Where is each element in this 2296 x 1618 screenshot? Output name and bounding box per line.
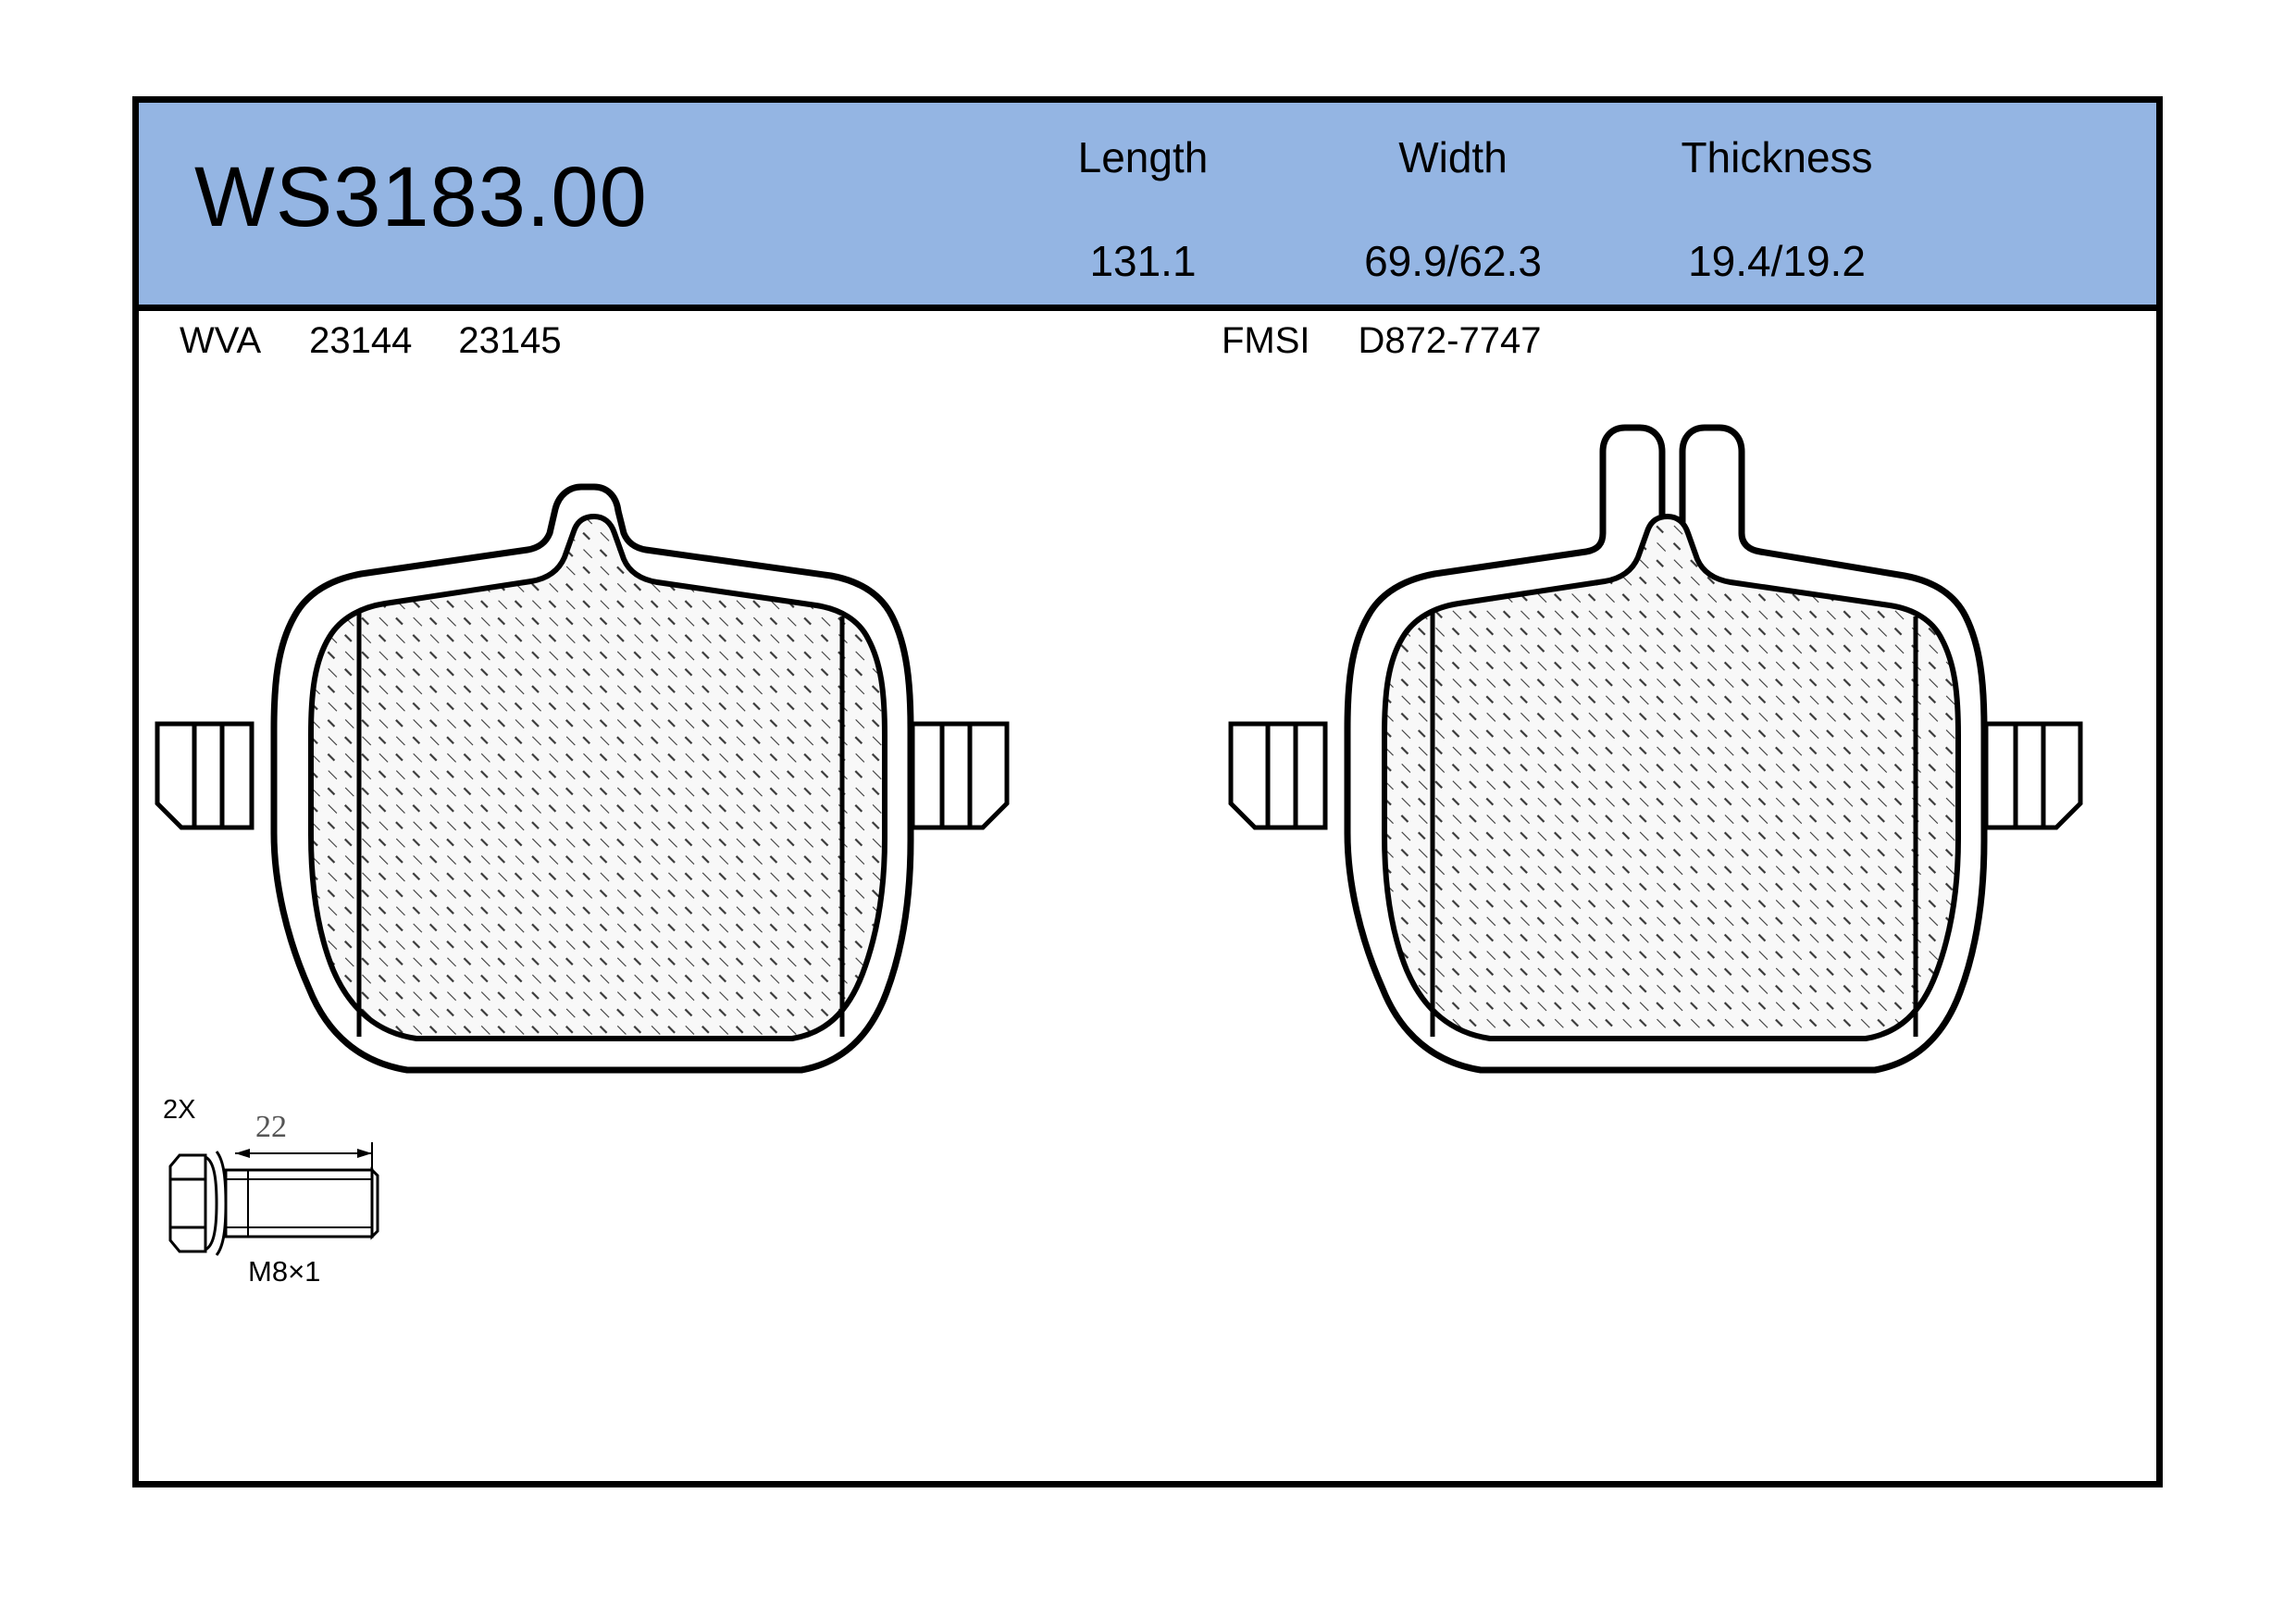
technical-drawing-area: 2X 22 M8×1 (139, 378, 2156, 1487)
wva-value-1: 23144 (309, 320, 413, 361)
bolt-hex-head (168, 1153, 207, 1253)
pad-left-ear-tab-left (155, 721, 254, 830)
spec-sheet: WS3183.00 Length Width Thickness 131.1 6… (0, 0, 2296, 1618)
bolt-thread-spec: M8×1 (248, 1255, 320, 1288)
wva-value-2: 23145 (458, 320, 562, 361)
pad-right-ear-tab-right (1983, 721, 2083, 830)
drawing-svg: 2X 22 M8×1 (155, 424, 2083, 1288)
brake-pad-left (155, 483, 1010, 1074)
reference-code-row: WVA 23144 23145 FMSI D872-7747 (139, 311, 2156, 378)
bolt-length-dimension: 22 (255, 1110, 287, 1144)
fmsi-value-1: D872-7747 (1358, 320, 1542, 361)
page-title: WS3183.00 (194, 150, 648, 244)
dimensions-table: Length Width Thickness 131.1 69.9/62.3 1… (990, 119, 1990, 282)
dimensions-header-row: Length Width Thickness (990, 119, 1990, 179)
bolt-quantity-label: 2X (163, 1095, 195, 1125)
dimensions-value-row: 131.1 69.9/62.3 19.4/19.2 (990, 179, 1990, 282)
dimension-label-thickness: Thickness (1681, 133, 1873, 181)
dimension-value-thickness: 19.4/19.2 (1688, 237, 1866, 285)
pad-left-ear-tab-right (910, 721, 1010, 830)
hardware-bolt-detail: 2X 22 M8×1 (163, 1095, 379, 1288)
spec-header-band: WS3183.00 Length Width Thickness 131.1 6… (139, 103, 2156, 311)
fmsi-label: FMSI (1222, 320, 1310, 361)
wva-code-group: WVA 23144 23145 (180, 320, 562, 362)
dimension-value-width: 69.9/62.3 (1364, 237, 1542, 285)
dimension-label-length: Length (1077, 133, 1209, 181)
bolt-flange (204, 1154, 218, 1252)
dimension-value-length: 131.1 (1089, 237, 1197, 285)
pad-right-ear-tab-left (1228, 721, 1328, 830)
brake-pad-right (1228, 424, 2083, 1074)
bolt-dimension-line (235, 1142, 373, 1172)
drawing-frame: WS3183.00 Length Width Thickness 131.1 6… (132, 96, 2163, 1487)
wva-label: WVA (180, 320, 262, 361)
dimension-label-width: Width (1398, 133, 1508, 181)
fmsi-code-group: FMSI D872-7747 (1222, 320, 1541, 362)
